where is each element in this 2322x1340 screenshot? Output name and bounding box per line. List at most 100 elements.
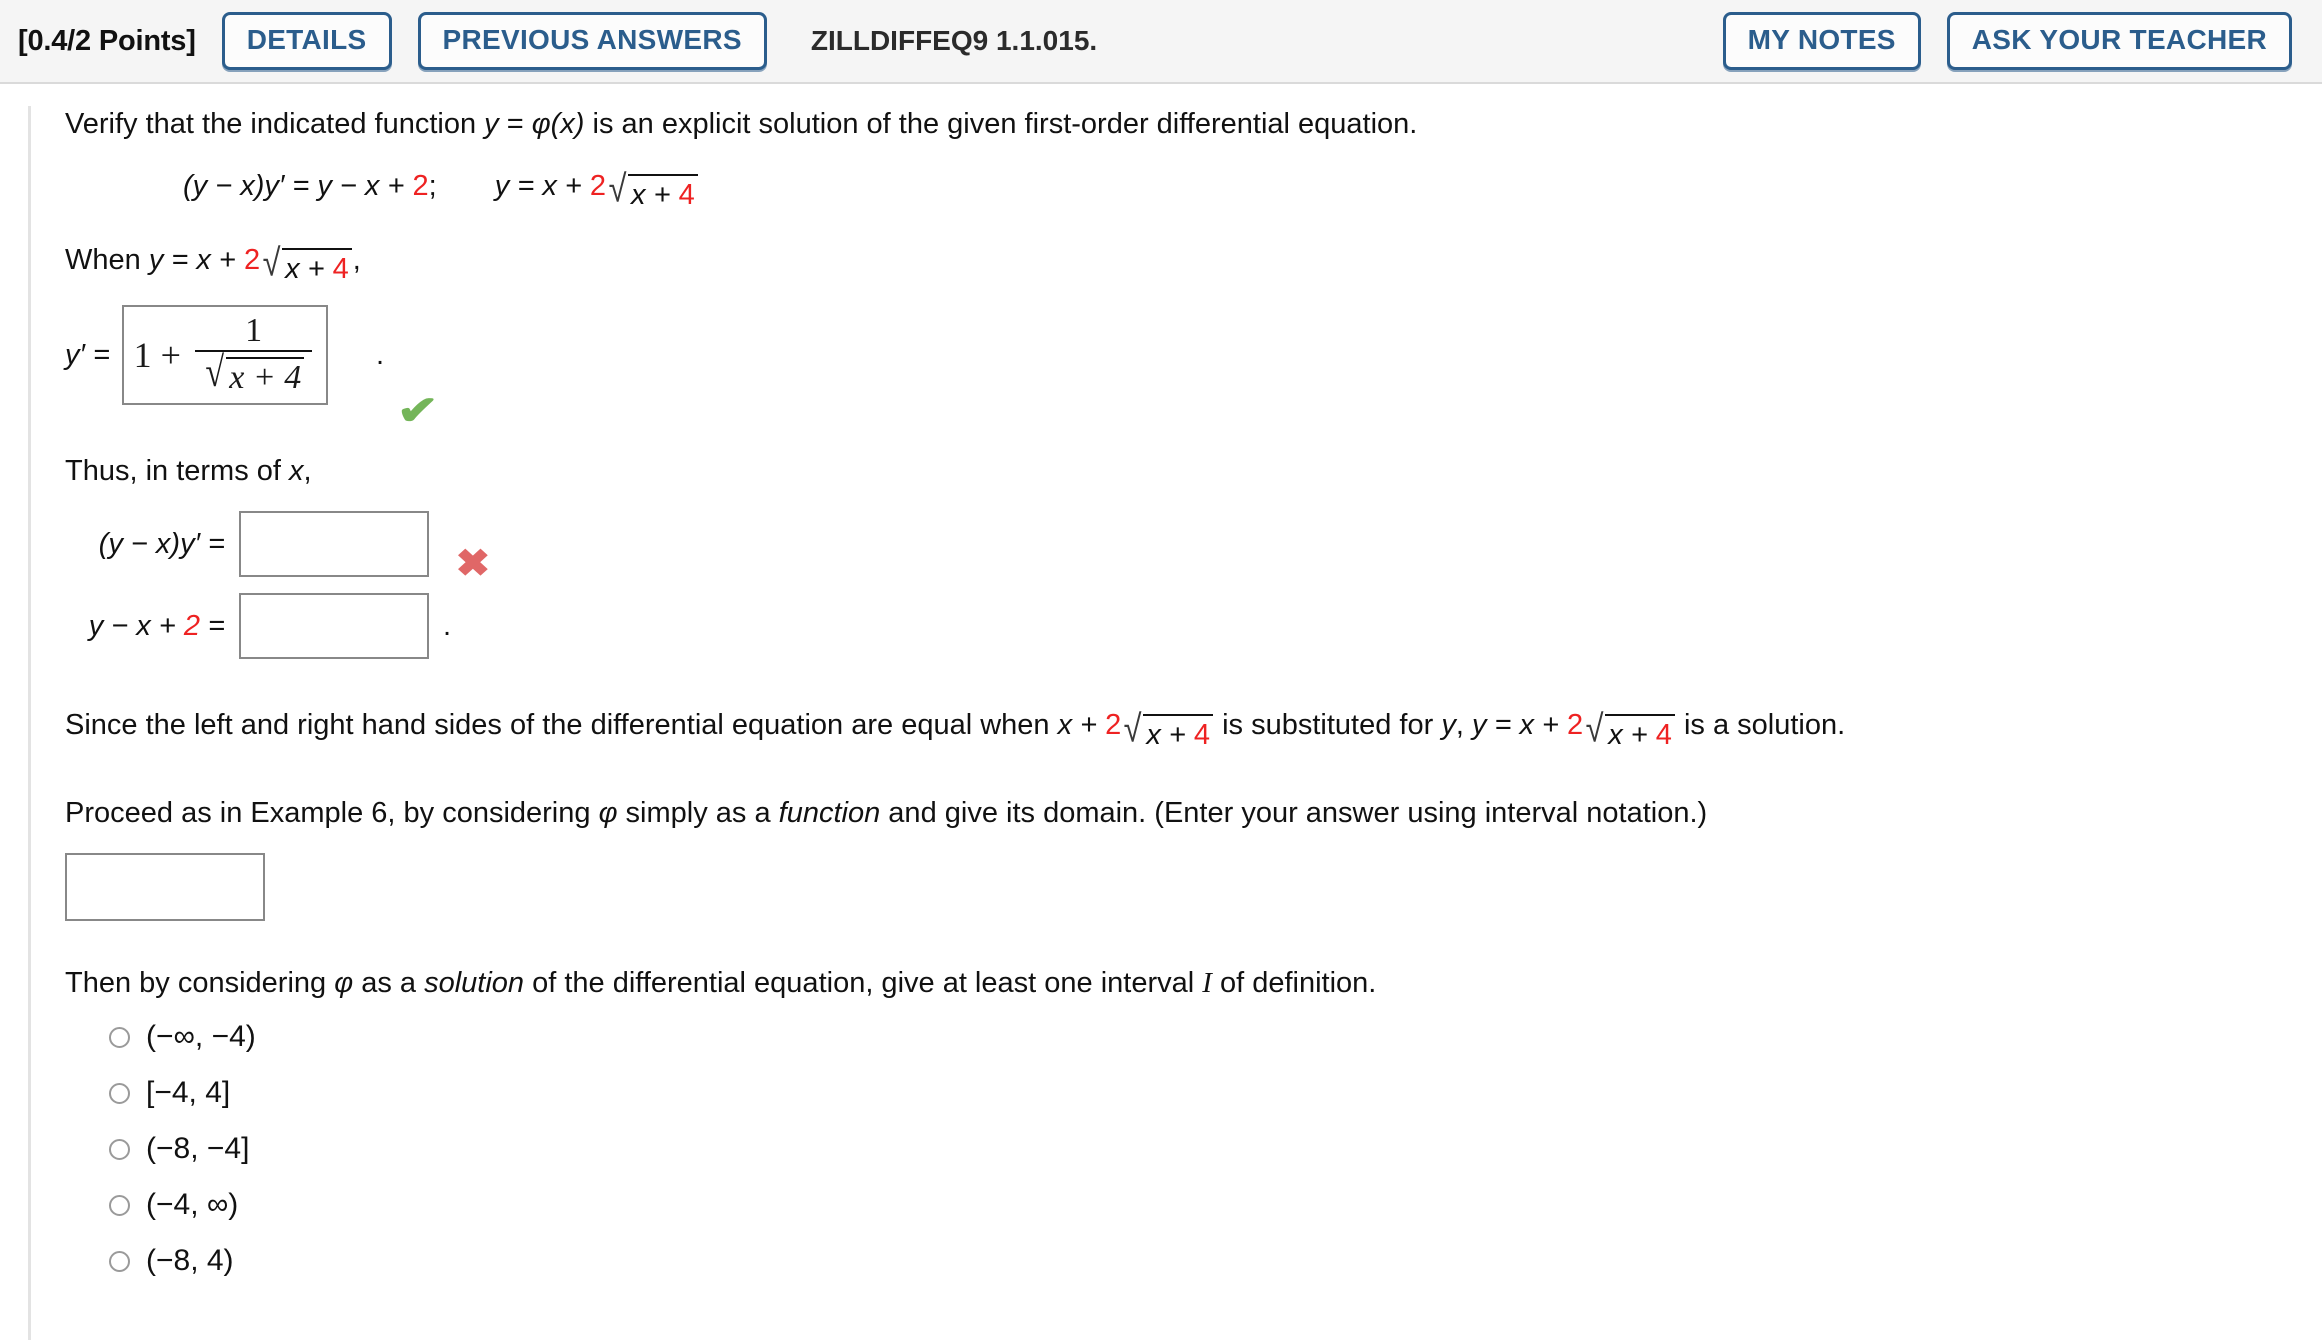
sqrt-group: √ x + 4 <box>1122 707 1214 753</box>
radio-icon[interactable] <box>109 1250 130 1272</box>
equation-row-trailing-period: . <box>443 610 452 643</box>
given-lhs: (y − x)y′ = y − x + <box>183 170 413 203</box>
given-lhs-constant: 2 <box>412 170 429 203</box>
equation-row-label: (y − x)y′ = <box>65 526 239 562</box>
since-comma: , <box>1455 709 1472 742</box>
proceed-text-a: Proceed as in Example 6, by considering <box>65 796 599 829</box>
answer-input-lhs[interactable] <box>239 511 429 578</box>
domain-answer-row <box>65 853 2322 922</box>
label-open-paren: ( <box>98 528 109 561</box>
radicand-x: x + <box>1146 718 1194 751</box>
prompt-var-y: y <box>484 108 499 140</box>
radicand-constant: 4 <box>1655 718 1672 751</box>
since-sub1-prefix: x + <box>1057 709 1106 742</box>
yprime-answer-box[interactable]: 1 + 1 √ x + 4 <box>121 305 328 406</box>
label-equals: = <box>200 528 225 561</box>
equation-row: (y − x)y′ = ✖ <box>65 511 2322 583</box>
when-line: When y = x + 2 √ x + 4, <box>65 242 2322 287</box>
since-line: Since the left and right hand sides of t… <box>65 707 2322 752</box>
previous-answers-button[interactable]: PREVIOUS ANSWERS <box>417 12 767 70</box>
yprime-label: y′ = <box>65 339 110 372</box>
interval-option-0[interactable]: (−∞, −4) <box>65 1009 2322 1065</box>
interval-option-2[interactable]: (−8, −4] <box>65 1121 2322 1177</box>
then-phi: φ <box>334 967 354 1000</box>
domain-answer-input[interactable] <box>65 853 265 922</box>
when-prefix: When <box>65 243 149 276</box>
label-y1: y <box>108 528 123 561</box>
radio-icon[interactable] <box>109 1082 130 1104</box>
label-minus: − <box>122 528 156 561</box>
since-text-b: is substituted for <box>1214 709 1442 742</box>
prompt-phi: φ <box>531 108 551 140</box>
then-italic-solution: solution <box>424 967 525 1000</box>
radio-icon[interactable] <box>109 1026 130 1048</box>
label-minus: − <box>103 610 137 643</box>
interval-option-label: (−∞, −4) <box>146 1020 256 1054</box>
my-notes-button[interactable]: MY NOTES <box>1722 12 1921 70</box>
problem-body: Verify that the indicated function y = φ… <box>28 106 2322 1340</box>
interval-option-label: (−4, ∞) <box>146 1188 239 1222</box>
then-text-a: Then by considering <box>65 967 335 1000</box>
proceed-text-c: and give its domain. (Enter your answer … <box>880 796 1708 829</box>
then-interval-I: I <box>1202 967 1212 1000</box>
fraction-numerator: 1 <box>245 312 263 350</box>
label-plus: + <box>150 610 184 643</box>
prompt-text-a: Verify that the indicated function <box>65 108 485 140</box>
interval-option-label: (−8, −4] <box>146 1132 250 1166</box>
radicand: x + 4 <box>282 247 352 287</box>
radical-icon: √ <box>205 349 224 397</box>
prompt-equals: = <box>498 108 532 140</box>
when-coefficient: 2 <box>243 243 261 276</box>
proceed-line: Proceed as in Example 6, by considering … <box>65 795 2322 831</box>
since-text-a: Since the left and right hand sides of t… <box>65 709 1058 742</box>
question-id-label: ZILLDIFFEQ9 1.1.015. <box>810 25 1098 56</box>
thus-var-x: x <box>289 455 304 488</box>
yprime-period: . <box>375 339 384 372</box>
since-sub1-coefficient: 2 <box>1105 709 1122 742</box>
given-semicolon: ; <box>428 170 437 203</box>
yprime-correct-mark-wrap: ✔ <box>65 391 2322 431</box>
radio-icon[interactable] <box>109 1138 130 1160</box>
given-rhs-prefix: y = x + <box>494 170 590 203</box>
prompt-text-b: is an explicit solution of the given fir… <box>584 108 1418 140</box>
radical-icon: √ <box>1123 707 1142 751</box>
equation-row-label: y − x + 2 = <box>65 608 239 644</box>
radicand-x: x + <box>1608 718 1656 751</box>
since-text-e: is a solution. <box>1675 709 1846 742</box>
question-header: [0.4/2 Points] DETAILS PREVIOUS ANSWERS … <box>0 0 2322 84</box>
details-button[interactable]: DETAILS <box>221 12 392 70</box>
sqrt-group: √ x + 4 <box>1584 709 1675 753</box>
since-equals-x: = x + <box>1486 709 1568 742</box>
answer-input-rhs[interactable] <box>239 593 429 660</box>
thus-text-a: Thus, in terms of <box>65 455 290 488</box>
interval-option-label: [−4, 4] <box>146 1076 231 1110</box>
label-constant: 2 <box>183 610 200 643</box>
proceed-phi: φ <box>598 796 618 829</box>
interval-option-1[interactable]: [−4, 4] <box>65 1065 2322 1121</box>
thus-line: Thus, in terms of x, <box>65 453 2322 489</box>
radical-icon: √ <box>608 167 627 211</box>
proceed-italic-function: function <box>778 796 881 829</box>
when-var-y: y <box>148 243 164 276</box>
then-text-b: as a <box>353 967 425 1000</box>
thus-text-b: , <box>303 455 312 488</box>
ask-your-teacher-button[interactable]: ASK YOUR TEACHER <box>1946 12 2292 70</box>
points-label: [0.4/2 Points] <box>18 24 196 57</box>
interval-options-list: (−∞, −4) [−4, 4] (−8, −4] (−4, ∞) (−8, 4… <box>65 1009 2322 1289</box>
since-sub2-coefficient: 2 <box>1567 709 1584 742</box>
label-x1: x <box>136 610 151 643</box>
then-text-d: of definition. <box>1211 967 1377 1000</box>
interval-option-label: (−8, 4) <box>146 1244 234 1278</box>
incorrect-cross-icon: ✖ <box>455 543 491 586</box>
since-var-y2: y <box>1471 709 1487 742</box>
radical-icon: √ <box>262 241 281 285</box>
given-rhs-coefficient: 2 <box>589 170 607 203</box>
interval-option-4[interactable]: (−8, 4) <box>65 1233 2322 1289</box>
radio-icon[interactable] <box>109 1194 130 1216</box>
radicand-constant: 4 <box>332 252 349 285</box>
interval-option-3[interactable]: (−4, ∞) <box>65 1177 2322 1233</box>
prompt-paren-x: (x) <box>550 108 585 140</box>
label-close-paren: ) <box>170 528 181 561</box>
then-line: Then by considering φ as a solution of t… <box>65 965 2322 1001</box>
equation-row: y − x + 2 = . <box>65 593 2322 660</box>
